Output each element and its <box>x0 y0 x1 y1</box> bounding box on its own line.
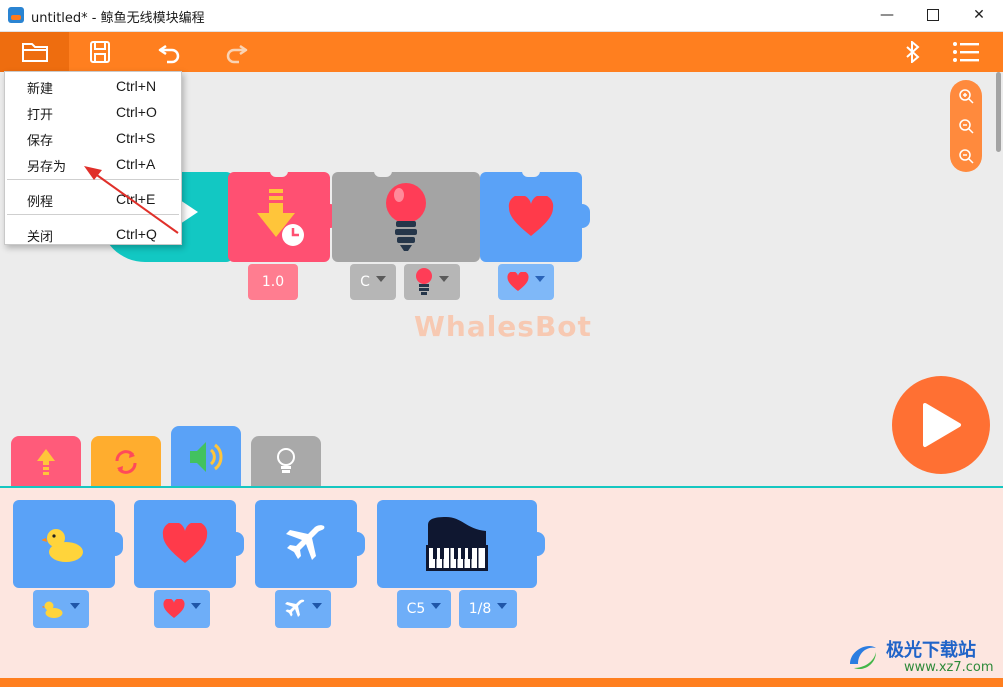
dropdown-caret-icon <box>191 603 201 609</box>
dropdown-caret-icon <box>375 276 386 282</box>
bulb-outline-icon <box>277 448 295 473</box>
palette-block-piano[interactable] <box>377 500 545 588</box>
small-heart-icon <box>507 272 529 292</box>
menu-separator <box>7 179 179 180</box>
palette-block-airplane-sound[interactable] <box>255 500 365 588</box>
maximize-icon <box>927 9 939 21</box>
site-url: www.xz7.com <box>904 660 994 675</box>
piano-duration-value: 1/8 <box>468 601 492 617</box>
piano-note-select[interactable]: C5 <box>397 590 451 628</box>
dropdown-caret-icon <box>497 603 508 609</box>
menu-item-new[interactable]: 新建 Ctrl+N <box>5 73 181 99</box>
scrollbar-thumb[interactable] <box>996 72 1001 152</box>
zoom-in-button[interactable] <box>950 82 982 110</box>
undo-icon <box>158 44 180 64</box>
wait-block[interactable] <box>228 171 338 262</box>
play-icon <box>923 403 961 447</box>
category-tab-light[interactable] <box>251 436 321 488</box>
minimize-button[interactable]: — <box>864 0 910 31</box>
wait-timer-icon <box>257 189 304 246</box>
duck-icon <box>42 529 83 562</box>
speaker-icon <box>190 442 223 472</box>
site-watermark: 极光下载站 www.xz7.com <box>846 636 996 682</box>
bluetooth-button[interactable] <box>896 32 930 72</box>
light-block[interactable] <box>332 171 488 262</box>
whalesbot-watermark: WhalesBot <box>414 310 592 343</box>
site-name: 极光下载站 <box>886 640 976 661</box>
light-state-select[interactable] <box>404 264 460 300</box>
menu-item-open[interactable]: 打开 Ctrl+O <box>5 99 181 125</box>
folder-icon <box>21 43 48 62</box>
piano-note-value: C5 <box>406 601 426 617</box>
palette-block-duck-sound[interactable] <box>13 500 123 588</box>
dropdown-caret-icon <box>439 276 449 282</box>
list-menu-icon <box>953 42 979 62</box>
title-bar: untitled* - 鲸鱼无线模块编程 — ✕ <box>0 0 1003 32</box>
menu-button[interactable] <box>944 32 988 72</box>
small-airplane-icon <box>285 599 305 617</box>
expression-block[interactable] <box>480 171 590 262</box>
small-light-bulb-icon <box>416 268 432 295</box>
category-tab-sound[interactable] <box>171 426 241 488</box>
category-tab-loop[interactable] <box>91 436 161 488</box>
bluetooth-icon <box>906 41 920 63</box>
palette-block-heart-sound[interactable] <box>134 500 244 588</box>
expression-select[interactable] <box>498 264 554 300</box>
menu-item-save-as[interactable]: 另存为 Ctrl+A <box>5 151 181 177</box>
save-button[interactable] <box>80 32 120 72</box>
piano-icon <box>426 517 488 571</box>
undo-button[interactable] <box>150 32 190 72</box>
wait-duration-value: 1.0 <box>261 274 285 290</box>
menu-item-save[interactable]: 保存 Ctrl+S <box>5 125 181 151</box>
duck-sound-select[interactable] <box>33 590 89 628</box>
redo-icon <box>226 44 248 64</box>
small-duck-icon <box>42 601 63 618</box>
save-icon <box>90 41 110 63</box>
open-file-button[interactable] <box>0 32 69 72</box>
dropdown-caret-icon <box>431 603 442 609</box>
menu-item-examples[interactable]: 例程 Ctrl+E <box>5 186 181 212</box>
dropdown-caret-icon <box>312 603 322 609</box>
zoom-in-icon <box>959 89 974 104</box>
arrow-up-icon <box>37 449 55 475</box>
zoom-out-icon <box>959 149 974 164</box>
heart-sound-select[interactable] <box>154 590 210 628</box>
maximize-button[interactable] <box>910 0 956 31</box>
window-title: untitled* - 鲸鱼无线模块编程 <box>31 11 205 26</box>
canvas-scrollbar[interactable] <box>994 72 1002 486</box>
small-heart-icon <box>163 599 185 619</box>
loop-icon <box>115 450 137 474</box>
run-button[interactable] <box>892 376 990 474</box>
close-button[interactable]: ✕ <box>956 0 1002 31</box>
app-icon <box>8 7 24 23</box>
menu-separator <box>7 214 179 215</box>
redo-button[interactable] <box>216 32 256 72</box>
wait-duration-input[interactable]: 1.0 <box>248 264 298 300</box>
zoom-reset-button[interactable] <box>950 112 982 140</box>
light-bulb-icon <box>386 183 426 251</box>
zoom-out-button[interactable] <box>950 142 982 170</box>
close-icon: ✕ <box>973 7 985 23</box>
site-logo-icon <box>850 645 876 670</box>
heart-icon <box>508 196 554 236</box>
dropdown-caret-icon <box>70 603 80 609</box>
light-color-select[interactable]: C <box>350 264 396 300</box>
dropdown-caret-icon <box>535 276 545 282</box>
airplane-sound-select[interactable] <box>275 590 331 628</box>
airplane-icon <box>286 525 325 560</box>
piano-duration-select[interactable]: 1/8 <box>459 590 517 628</box>
category-tab-motion[interactable] <box>11 436 81 488</box>
toolbar <box>0 32 1003 72</box>
menu-item-close[interactable]: 关闭 Ctrl+Q <box>5 221 181 247</box>
light-color-value: C <box>360 274 370 290</box>
heart-icon <box>162 523 208 563</box>
minimize-icon: — <box>880 7 894 23</box>
zoom-reset-icon <box>959 119 974 134</box>
play-icon <box>180 200 198 224</box>
file-menu: 新建 Ctrl+N 打开 Ctrl+O 保存 Ctrl+S 另存为 Ctrl+A 例程 C… <box>4 71 182 245</box>
zoom-panel <box>950 80 982 172</box>
